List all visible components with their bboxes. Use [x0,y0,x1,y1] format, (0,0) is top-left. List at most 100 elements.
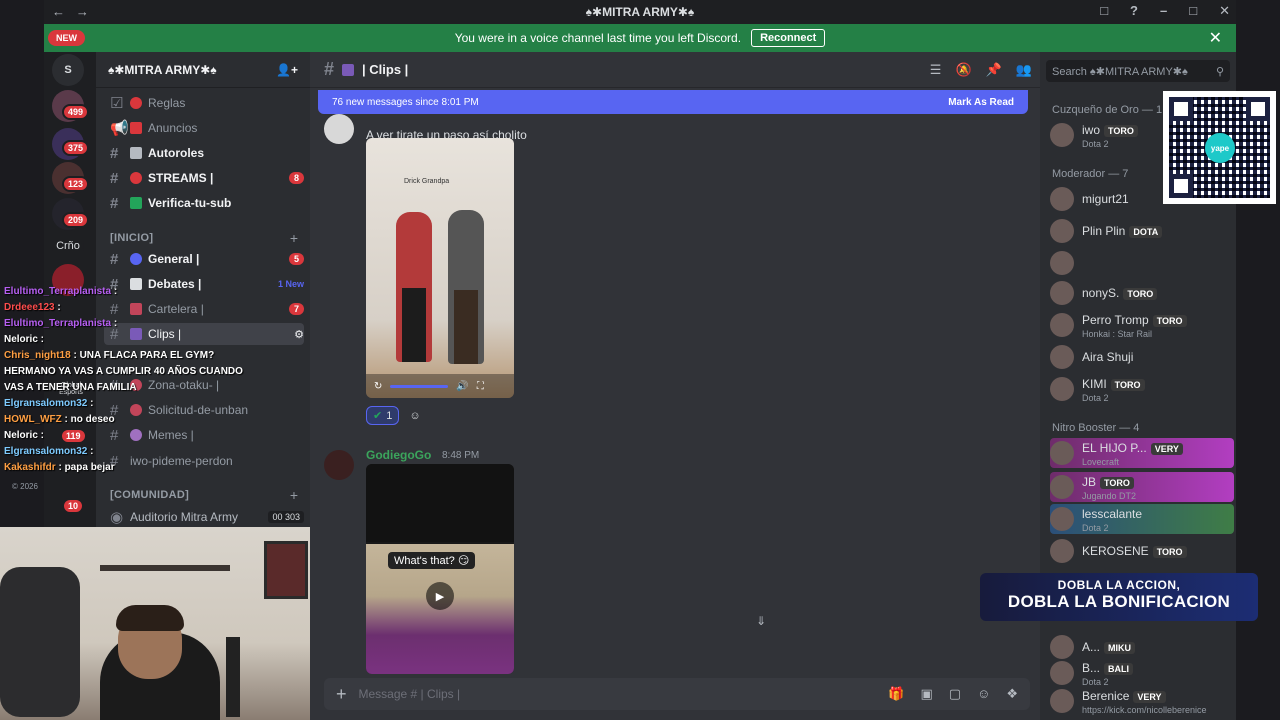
settings-icon[interactable]: ⚙ [294,328,304,341]
member-tag: VERY [1133,691,1166,703]
member-item[interactable]: Perro Tromp TORO Honkai : Star Rail [1050,310,1234,340]
member-item[interactable]: KEROSENE TORO [1050,536,1234,566]
composer-placeholder[interactable]: Message # | Clips | [359,687,461,701]
sticker-icon[interactable]: ▢ [949,686,961,702]
stream-chat-user: Drdeee123 [4,302,55,313]
message-author[interactable]: GodiegoGo [366,448,431,462]
add-reaction-icon[interactable]: ☺ [409,410,420,422]
reconnect-button[interactable]: Reconnect [751,29,826,47]
channel-emoji [130,197,142,209]
banner-close-icon[interactable]: ✕ [1209,28,1222,48]
member-item[interactable] [1050,248,1234,278]
message-avatar[interactable] [324,450,354,480]
member-name: lesscalante [1082,507,1143,521]
members-icon[interactable]: 👥 [1016,62,1032,78]
channel-item[interactable]: ☑ Reglas [104,92,304,114]
channel-item[interactable]: # General | 5 [104,248,304,270]
member-name: EL HIJO P... [1082,441,1147,455]
emoji-icon[interactable]: ☺ [977,686,990,702]
channel-label: General | [148,252,200,266]
reaction-pill[interactable]: ✔ 1 [366,406,400,425]
message-composer[interactable]: + Message # | Clips | 🎁 ▣ ▢ ☺ ❖ [324,678,1030,710]
search-input[interactable]: Search ♠✱MITRA ARMY✱♠ ⚲ [1046,60,1230,82]
category-comunidad[interactable]: [COMUNIDAD] [110,489,189,501]
add-member-icon[interactable]: 👤+ [276,63,298,77]
promo-line-2: DOBLA LA BONIFICACION [1007,592,1231,611]
member-activity: Honkai : Star Rail [1082,329,1153,339]
stream-chat-overlay: Elultimo_Terraplanista : Drdeee123 : Elu… [4,284,260,476]
stream-chat-line: Elgransalomon32 : [4,444,260,460]
minimize-icon[interactable]: – [1160,3,1167,19]
new-messages-bar[interactable]: 76 new messages since 8:01 PM Mark As Re… [318,90,1028,114]
mute-icon[interactable]: 🔕 [955,62,971,78]
stream-chat-line: Drdeee123 : [4,300,260,316]
member-item[interactable]: EL HIJO P... VERY Lovecraft [1050,438,1234,468]
voice-channel[interactable]: ◉ Auditorio Mitra Army 00 303 [104,506,304,528]
member-name: Aira Shuji [1082,350,1134,364]
member-item[interactable]: B... BALI Dota 2 [1050,658,1234,688]
member-name: Berenice [1082,689,1130,703]
search-placeholder: Search ♠✱MITRA ARMY✱♠ [1052,65,1188,78]
member-name: A... [1082,640,1101,654]
member-item[interactable]: JB TORO Jugando DT2 [1050,472,1234,502]
member-name: KIMI [1082,377,1107,391]
stream-chat-separator: : [37,430,45,441]
video-attachment[interactable]: Drick Grandpa ↻ 🔊 ⛶ [366,138,514,398]
lamp [226,637,240,717]
nav-arrows[interactable]: ← → [52,4,89,19]
volume-icon[interactable]: 🔊 [456,381,468,392]
member-name: KEROSENE [1082,544,1149,558]
inbox-icon[interactable]: □ [1100,3,1108,19]
channel-emoji [130,97,142,109]
new-pill: NEW [48,30,85,46]
server-header[interactable]: ♠✱MITRA ARMY✱♠ 👤+ [96,52,310,88]
member-item[interactable]: Berenice VERY https://kick.com/nicollebere… [1050,686,1234,716]
video-attachment[interactable]: What's that? 😏 ▶ [366,464,514,674]
server-letter[interactable]: S [52,54,84,86]
stream-chat-line: Elultimo_Terraplanista : [4,284,260,300]
close-icon[interactable]: ✕ [1219,3,1230,19]
video-caption: Drick Grandpa [404,178,450,185]
gif-icon[interactable]: ▣ [920,686,932,702]
threads-icon[interactable]: ☰ [930,62,942,78]
fullscreen-icon[interactable]: ⛶ [477,381,484,392]
hash-icon: # [110,144,119,162]
member-item[interactable]: nonyS. TORO [1050,278,1234,308]
play-icon[interactable]: ▶ [426,582,454,610]
channel-item[interactable]: 📢 Anuncios [104,117,304,139]
add-channel-icon[interactable]: + [290,487,298,503]
member-tag: VERY [1150,443,1183,455]
voice-reconnect-banner: You were in a voice channel last time yo… [44,24,1236,52]
member-tag: TORO [1123,288,1158,300]
maximize-icon[interactable]: □ [1189,3,1197,19]
apps-icon[interactable]: ❖ [1006,686,1018,702]
add-channel-icon[interactable]: + [290,230,298,246]
member-item[interactable]: KIMI TORO Dota 2 [1050,374,1234,404]
screen: ← → ♠✱MITRA ARMY✱♠ □ ? – □ ✕ You were in… [0,0,1280,720]
video-controls: ↻ 🔊 ⛶ [366,374,514,398]
avatar [1050,661,1074,685]
progress-bar[interactable] [390,384,449,388]
pin-icon[interactable]: 📌 [986,62,1002,78]
stream-chat-user: Elultimo_Terraplanista [4,286,112,297]
category-inicio[interactable]: [INICIO] [110,232,153,244]
stream-chat-user: Elgransalomon32 [4,446,88,457]
member-item[interactable]: Aira Shuji [1050,342,1234,372]
copyright: © 2026 [12,482,38,491]
help-icon[interactable]: ? [1130,3,1138,19]
mark-as-read-button[interactable]: Mark As Read [948,97,1014,108]
channel-item[interactable]: # Verifica-tu-sub [104,192,304,214]
member-name: nonyS. [1082,286,1120,300]
member-item[interactable]: Plin Plin DOTA [1050,216,1234,246]
channel-item[interactable]: # Autoroles [104,142,304,164]
folder-label[interactable]: Crño [52,230,84,262]
server-badge: 499 [62,104,90,120]
replay-icon[interactable]: ↻ [374,381,382,392]
member-item[interactable]: lesscalante Dota 2 [1050,504,1234,534]
member-group-title: Nitro Booster — 4 [1052,422,1140,434]
member-tag: TORO [1104,125,1138,137]
gift-icon[interactable]: 🎁 [888,686,904,702]
channel-item[interactable]: # STREAMS | 8 [104,167,304,189]
attach-icon[interactable]: + [336,684,347,705]
message-avatar[interactable] [324,114,354,144]
